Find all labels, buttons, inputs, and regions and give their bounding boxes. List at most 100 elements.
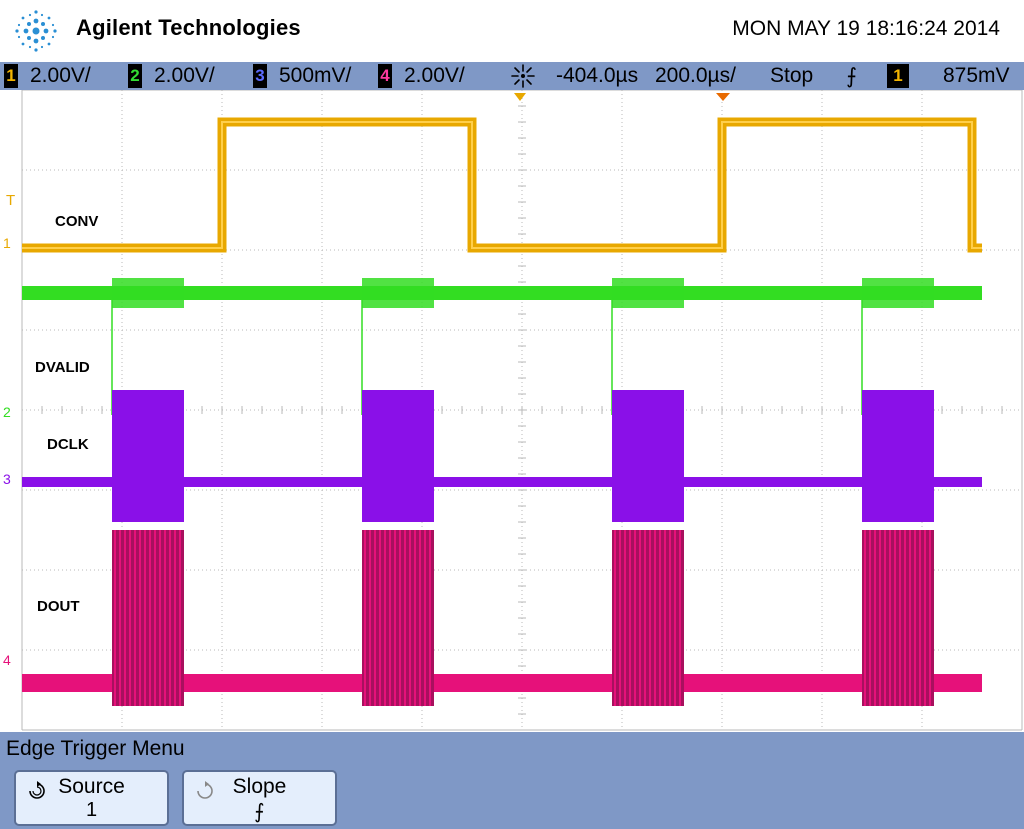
channel-2-badge: 2 xyxy=(128,64,142,88)
signal-label-dclk: DCLK xyxy=(47,436,89,453)
delay-reference-marker-icon xyxy=(514,93,526,101)
channel-4-scale[interactable]: 4 2.00V/ xyxy=(378,62,465,90)
dvalid-burst xyxy=(362,278,434,308)
dout-stripe xyxy=(394,530,396,706)
channel-2-scale[interactable]: 2 2.00V/ xyxy=(128,62,215,90)
dout-stripe xyxy=(389,530,391,706)
channel-3-badge: 3 xyxy=(253,64,267,88)
dout-burst xyxy=(862,530,934,706)
dout-stripe xyxy=(669,530,671,706)
dout-stripe xyxy=(409,530,411,706)
trigger-position-marker-icon xyxy=(716,93,730,101)
slope-softkey-label: Slope xyxy=(232,775,287,798)
channel-4-ground-marker: 4 xyxy=(3,652,11,668)
channel-1-scale[interactable]: 1 2.00V/ xyxy=(4,62,91,90)
dout-burst xyxy=(362,530,434,706)
trigger-source[interactable]: 1 xyxy=(887,62,909,90)
channel-2-scale-value: 2.00V/ xyxy=(154,64,215,87)
dout-stripe xyxy=(369,530,371,706)
horizontal-delay-value: -404.0µs xyxy=(556,64,639,87)
dclk-burst xyxy=(362,390,434,522)
source-softkey[interactable]: Source 1 xyxy=(14,770,169,826)
dout-stripe xyxy=(659,530,661,706)
waveform-canvas: T 1 2 3 4 CONV DVALID DCLK DOUT xyxy=(3,90,1023,731)
dout-stripe xyxy=(139,530,141,706)
source-softkey-label: Source xyxy=(58,775,125,798)
channel-4-scale-value: 2.00V/ xyxy=(404,64,465,87)
dout-stripe xyxy=(119,530,121,706)
softkey-menu: Edge Trigger Menu Source 1 Slope ⨍ xyxy=(0,732,1024,829)
source-softkey-value: 1 xyxy=(85,799,98,821)
dout-stripe xyxy=(429,530,431,706)
dout-stripe xyxy=(379,530,381,706)
channel-1-scale-value: 2.00V/ xyxy=(30,64,91,87)
channel-2-ground-marker: 2 xyxy=(3,404,11,420)
run-state-value: Stop xyxy=(770,64,814,87)
timebase[interactable]: 200.0µs/ xyxy=(655,62,736,90)
signal-label-dvalid: DVALID xyxy=(35,359,90,376)
channel-1-ground-marker: 1 xyxy=(3,235,11,251)
dout-stripe xyxy=(924,530,926,706)
slope-softkey-value: ⨍ xyxy=(254,801,265,823)
dout-stripe xyxy=(419,530,421,706)
dout-stripe xyxy=(364,530,366,706)
dout-stripe xyxy=(374,530,376,706)
status-bar: 1 2.00V/ 2 2.00V/ 3 500mV/ 4 2.00V/ -404… xyxy=(0,62,1024,90)
channel-3-scale[interactable]: 3 500mV/ xyxy=(253,62,351,90)
dout-stripe xyxy=(874,530,876,706)
dout-stripe xyxy=(634,530,636,706)
rising-edge-icon: ⨍ xyxy=(846,64,857,88)
slope-softkey[interactable]: Slope ⨍ xyxy=(182,770,337,826)
dout-stripe xyxy=(649,530,651,706)
dout-stripe xyxy=(879,530,881,706)
brand-name: Agilent Technologies xyxy=(76,15,301,40)
dout-stripe xyxy=(174,530,176,706)
agilent-logo-icon xyxy=(15,10,57,52)
dout-stripe xyxy=(644,530,646,706)
timebase-value: 200.0µs/ xyxy=(655,64,736,87)
dout-stripe xyxy=(414,530,416,706)
dout-stripe xyxy=(894,530,896,706)
dout-burst xyxy=(112,530,184,706)
dout-burst xyxy=(612,530,684,706)
dout-stripe xyxy=(629,530,631,706)
horizontal-delay[interactable]: -404.0µs xyxy=(510,62,638,90)
trigger-level[interactable]: 875mV xyxy=(943,62,1010,90)
dclk-burst xyxy=(862,390,934,522)
dout-stripe xyxy=(144,530,146,706)
dout-stripe xyxy=(159,530,161,706)
channel-3-ground-marker: 3 xyxy=(3,471,11,487)
sun-burst-icon xyxy=(511,64,535,88)
trigger-level-marker: T xyxy=(6,192,15,209)
dout-stripe xyxy=(664,530,666,706)
dout-stripe xyxy=(864,530,866,706)
dout-stripe xyxy=(654,530,656,706)
menu-title: Edge Trigger Menu xyxy=(6,737,185,760)
dout-stripe xyxy=(904,530,906,706)
dout-stripe xyxy=(424,530,426,706)
signal-label-conv: CONV xyxy=(55,213,98,230)
dout-stripe xyxy=(679,530,681,706)
run-state[interactable]: Stop xyxy=(770,62,813,90)
signal-label-dout: DOUT xyxy=(37,598,80,615)
trigger-slope[interactable]: ⨍ xyxy=(846,62,857,90)
dout-stripe xyxy=(399,530,401,706)
top-bar: Agilent Technologies MON MAY 19 18:16:24… xyxy=(0,0,1024,62)
channel-4-badge: 4 xyxy=(378,64,392,88)
dout-stripe xyxy=(614,530,616,706)
dclk-burst xyxy=(612,390,684,522)
trigger-source-badge: 1 xyxy=(887,64,909,88)
channel-3-scale-value: 500mV/ xyxy=(279,64,352,87)
channel-1-badge: 1 xyxy=(4,64,18,88)
dout-stripe xyxy=(909,530,911,706)
dout-stripe xyxy=(404,530,406,706)
dout-stripe xyxy=(899,530,901,706)
dout-stripe xyxy=(884,530,886,706)
waveform-display[interactable]: T 1 2 3 4 CONV DVALID DCLK DOUT xyxy=(0,90,1024,732)
dout-stripe xyxy=(384,530,386,706)
dout-stripe xyxy=(869,530,871,706)
trigger-level-value: 875mV xyxy=(943,64,1010,87)
dout-stripe xyxy=(154,530,156,706)
conv-trace xyxy=(22,117,982,253)
dout-stripe xyxy=(164,530,166,706)
